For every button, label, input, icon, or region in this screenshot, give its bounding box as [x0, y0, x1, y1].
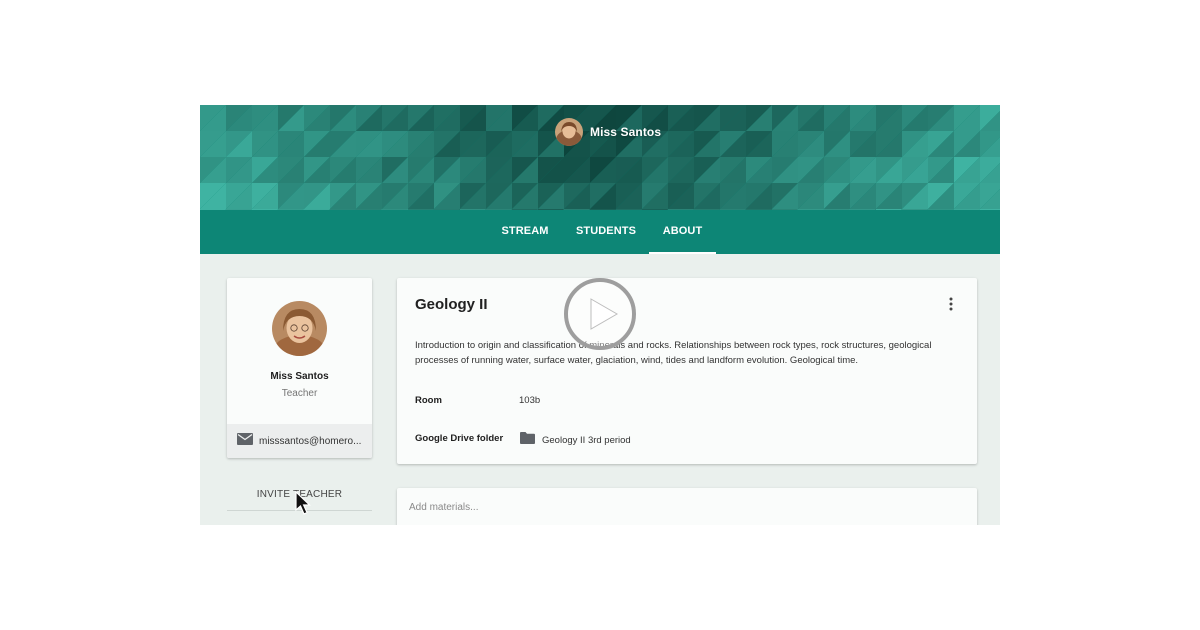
- teacher-chip[interactable]: Miss Santos: [555, 117, 661, 147]
- teacher-avatar: [272, 301, 327, 356]
- drive-folder-link[interactable]: Geology II 3rd period: [520, 431, 631, 449]
- teacher-name: Miss Santos: [270, 371, 329, 382]
- teacher-email: misssantos@homero...: [259, 435, 362, 447]
- course-title: Geology II: [415, 296, 488, 313]
- drive-folder-label: Google Drive folder: [415, 433, 504, 444]
- add-materials-card: [397, 488, 977, 525]
- teacher-profile-card: Miss Santos Teacher misssantos@homero...: [227, 278, 372, 458]
- room-label: Room: [415, 395, 442, 406]
- room-value: 103b: [519, 395, 541, 406]
- mouse-pointer-icon: [294, 490, 312, 517]
- folder-icon: [520, 431, 535, 449]
- class-banner: Miss Santos: [200, 105, 1000, 210]
- teacher-avatar-small: [555, 118, 583, 146]
- teacher-role: Teacher: [281, 388, 318, 399]
- drive-folder-name: Geology II 3rd period: [542, 434, 631, 446]
- tab-bar: STREAM STUDENTS ABOUT: [200, 210, 1000, 254]
- tab-stream[interactable]: STREAM: [493, 210, 557, 254]
- course-description: Introduction to origin and classificatio…: [415, 340, 932, 366]
- course-about-card: Geology II Introduction to origin and cl…: [397, 278, 977, 464]
- email-row[interactable]: misssantos@homero...: [227, 424, 372, 458]
- app-window: Miss Santos STREAM STUDENTS ABOUT Miss S…: [200, 105, 1000, 525]
- play-icon[interactable]: [563, 277, 637, 351]
- more-vert-icon[interactable]: [945, 296, 957, 312]
- tab-students[interactable]: STUDENTS: [570, 210, 642, 254]
- teacher-name-header: Miss Santos: [590, 125, 662, 139]
- tab-about[interactable]: ABOUT: [649, 210, 716, 254]
- add-materials-input[interactable]: [409, 502, 949, 513]
- mail-icon: [237, 432, 253, 450]
